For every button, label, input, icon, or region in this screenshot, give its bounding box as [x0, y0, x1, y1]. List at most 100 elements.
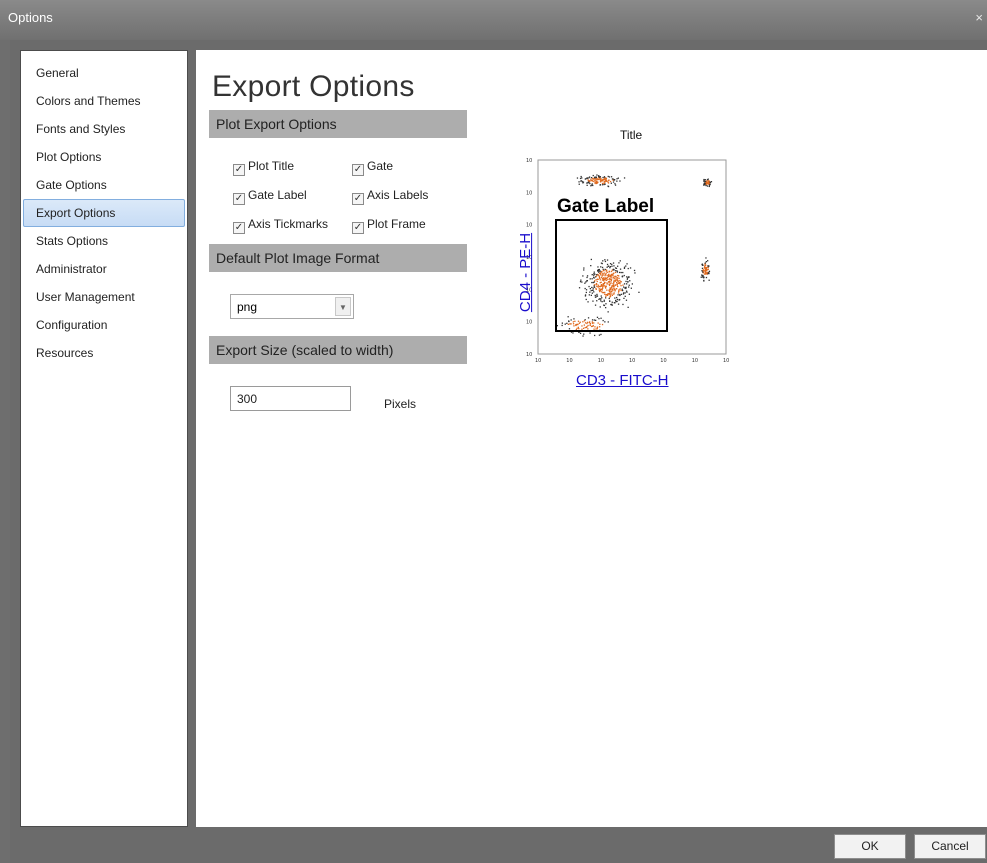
scatter-point [596, 280, 598, 283]
scatter-point [593, 328, 595, 330]
scatter-point [627, 306, 629, 308]
scatter-point [603, 300, 605, 302]
scatter-point [572, 323, 575, 325]
checkmark-icon: ✓ [352, 193, 364, 205]
section-header-plot-export: Plot Export Options [209, 110, 467, 138]
cancel-button[interactable]: Cancel [914, 834, 986, 859]
scatter-point [598, 334, 601, 336]
scatter-point [601, 266, 604, 269]
scatter-point [601, 297, 603, 299]
sidebar-item-configuration[interactable]: Configuration [23, 311, 185, 339]
x-axis-label-link[interactable]: CD3 - FITC-H [576, 372, 669, 389]
scatter-point [587, 324, 589, 327]
sidebar-item-colors-and-themes[interactable]: Colors and Themes [23, 87, 185, 115]
sidebar-item-administrator[interactable]: Administrator [23, 255, 185, 283]
sidebar-item-export-options[interactable]: Export Options [23, 199, 185, 227]
x-tick-label: 10 [692, 358, 698, 364]
scatter-point [599, 323, 601, 325]
axis-labels-checkbox[interactable]: ✓ Axis Labels [352, 187, 428, 205]
scatter-point [600, 284, 603, 286]
scatter-point [594, 326, 596, 328]
image-format-select[interactable]: png ▼ [230, 294, 354, 319]
scatter-point [603, 176, 606, 178]
scatter-point [613, 277, 615, 279]
sidebar-item-gate-options[interactable]: Gate Options [23, 171, 185, 199]
scatter-point [613, 302, 615, 304]
plot-frame-checkbox[interactable]: ✓ Plot Frame [352, 216, 426, 234]
chevron-down-icon[interactable]: ▼ [335, 297, 351, 316]
axis-tickmarks-checkbox[interactable]: ✓ Axis Tickmarks [233, 216, 328, 234]
close-icon[interactable]: × [975, 10, 983, 25]
scatter-point [578, 322, 581, 324]
sidebar-item-fonts-and-styles[interactable]: Fonts and Styles [23, 115, 185, 143]
scatter-point [600, 179, 602, 182]
scatter-point [604, 178, 606, 180]
scatter-point [623, 274, 625, 277]
scatter-point [578, 287, 581, 289]
sidebar-item-stats-options[interactable]: Stats Options [23, 227, 185, 255]
scatter-point [599, 326, 601, 328]
scatter-point [585, 291, 587, 294]
scatter-point [593, 291, 595, 293]
scatter-point [604, 180, 607, 182]
scatter-point [608, 176, 611, 178]
scatter-point [608, 275, 610, 277]
scatter-point [629, 267, 632, 269]
scatter-point [603, 182, 605, 184]
window-title: Options [8, 10, 53, 25]
scatter-point [627, 267, 629, 270]
scatter-point [613, 282, 615, 284]
scatter-point [616, 277, 619, 279]
scatter-point [626, 291, 628, 293]
scatter-point [595, 275, 598, 277]
scatter-point [609, 180, 612, 183]
scatter-point [618, 282, 621, 284]
scatter-point [561, 322, 563, 324]
scatter-point [593, 286, 596, 288]
scatter-point [590, 265, 592, 267]
export-size-input[interactable] [230, 386, 351, 411]
scatter-point [622, 271, 624, 274]
scatter-point [611, 293, 613, 295]
sidebar-item-resources[interactable]: Resources [23, 339, 185, 367]
scatter-point [587, 177, 589, 180]
scatter-point [598, 318, 600, 320]
scatter-point [577, 326, 579, 328]
scatter-point [585, 298, 587, 301]
scatter-point [616, 271, 619, 273]
scatter-point [593, 322, 595, 324]
scatter-point [577, 323, 579, 326]
y-axis-label-link[interactable]: CD4 - PE-H [517, 233, 534, 312]
scatter-point [638, 291, 640, 293]
sidebar-item-general[interactable]: General [23, 59, 185, 87]
scatter-point [616, 180, 618, 182]
scatter-point [624, 292, 626, 294]
scatter-point [592, 300, 594, 302]
scatter-point [704, 262, 706, 264]
scatter-point [599, 270, 601, 272]
scatter-point [617, 177, 619, 179]
ok-button[interactable]: OK [834, 834, 906, 859]
y-tick-label: 10 [526, 320, 532, 326]
y-tick-label: 10 [526, 158, 532, 164]
scatter-point [611, 285, 613, 287]
gate-label: Gate Label [557, 196, 654, 217]
scatter-point [614, 290, 616, 292]
scatter-point [628, 276, 630, 278]
scatter-point [595, 176, 597, 179]
gate-checkbox[interactable]: ✓ Gate [352, 158, 393, 176]
gate-label-checkbox[interactable]: ✓ Gate Label [233, 187, 307, 205]
scatter-point [619, 279, 621, 282]
scatter-point [607, 321, 609, 323]
scatter-point [595, 319, 597, 321]
sidebar-item-plot-options[interactable]: Plot Options [23, 143, 185, 171]
scatter-point [701, 270, 703, 272]
plot-title-checkbox[interactable]: ✓ Plot Title [233, 158, 294, 176]
scatter-point [707, 260, 709, 262]
scatter-point [569, 323, 571, 325]
scatter-point [613, 269, 615, 271]
sidebar-item-user-management[interactable]: User Management [23, 283, 185, 311]
scatter-point [596, 300, 598, 302]
scatter-point [579, 177, 582, 180]
scatter-point [705, 276, 708, 279]
